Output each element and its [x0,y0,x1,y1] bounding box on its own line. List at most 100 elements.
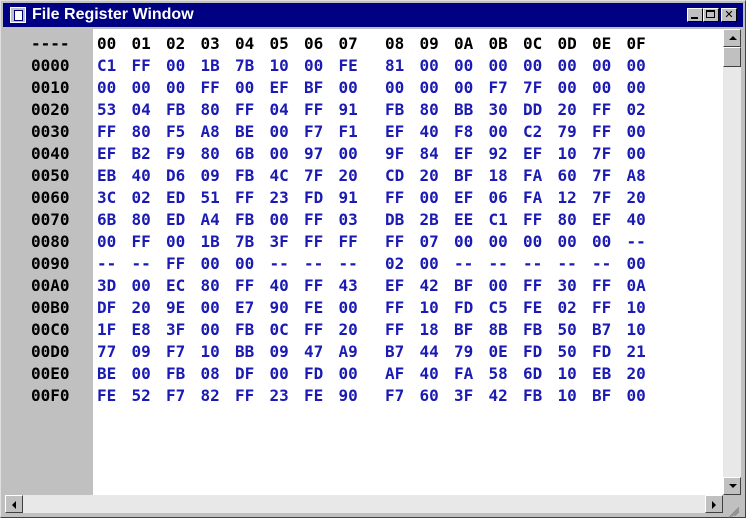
register-cell[interactable]: 18 [420,319,444,341]
register-cell[interactable]: 00 [454,55,478,77]
register-cell[interactable]: EF [454,187,478,209]
register-cell[interactable]: -- [339,253,363,275]
register-cell[interactable]: 53 [97,99,121,121]
register-cell[interactable]: BF [454,165,478,187]
register-cell[interactable]: 20 [627,187,651,209]
register-cell[interactable]: 21 [627,341,651,363]
register-cell[interactable]: 00 [270,143,294,165]
maximize-button[interactable] [703,8,719,22]
register-cell[interactable]: 00 [592,77,616,99]
register-cell[interactable]: EC [166,275,190,297]
register-cell[interactable]: FE [304,385,328,407]
register-cell[interactable]: -- [132,253,156,275]
register-cell[interactable]: 82 [201,385,225,407]
register-cell[interactable]: FA [523,165,547,187]
register-cell[interactable]: 00 [339,143,363,165]
register-cell[interactable]: 30 [558,275,582,297]
register-cell[interactable]: FF [592,297,616,319]
register-cell[interactable]: 10 [270,55,294,77]
register-cell[interactable]: 00 [166,231,190,253]
register-cell[interactable]: 6B [97,209,121,231]
register-cell[interactable]: 03 [339,209,363,231]
register-cell[interactable]: F7 [166,341,190,363]
register-cell[interactable]: FF [235,275,259,297]
register-cell[interactable]: 00 [235,77,259,99]
register-cell[interactable]: BE [235,121,259,143]
register-cell[interactable]: 42 [489,385,513,407]
register-cell[interactable]: BE [97,363,121,385]
register-cell[interactable]: 10 [201,341,225,363]
register-cell[interactable]: FB [523,385,547,407]
register-cell[interactable]: 0C [270,319,294,341]
register-cell[interactable]: 3F [166,319,190,341]
register-cell[interactable]: FE [339,55,363,77]
register-cell[interactable]: FB [235,319,259,341]
register-cell[interactable]: 00 [523,231,547,253]
register-cell[interactable]: FF [132,231,156,253]
register-cell[interactable]: ED [166,209,190,231]
register-cell[interactable]: 50 [558,319,582,341]
register-cell[interactable]: DD [523,99,547,121]
register-cell[interactable]: 00 [420,187,444,209]
register-cell[interactable]: EB [97,165,121,187]
register-cell[interactable]: FF [592,99,616,121]
register-cell[interactable]: 40 [420,121,444,143]
register-cell[interactable]: 7B [235,55,259,77]
register-cell[interactable]: 00 [489,275,513,297]
resize-grip-icon[interactable] [723,495,741,518]
register-cell[interactable]: 02 [132,187,156,209]
register-cell[interactable]: 20 [339,165,363,187]
close-button[interactable]: ✕ [721,8,737,22]
register-cell[interactable]: F8 [454,121,478,143]
register-cell[interactable]: 80 [201,143,225,165]
register-cell[interactable]: 7F [592,187,616,209]
register-cell[interactable]: 02 [385,253,409,275]
register-cell[interactable]: 42 [420,275,444,297]
register-cell[interactable]: 3F [270,231,294,253]
register-cell[interactable]: 51 [201,187,225,209]
register-cell[interactable]: 00 [132,77,156,99]
register-cell[interactable]: EF [385,275,409,297]
register-cell[interactable]: BB [454,99,478,121]
register-cell[interactable]: 7F [523,77,547,99]
register-cell[interactable]: D6 [166,165,190,187]
register-cell[interactable]: FF [201,77,225,99]
register-cell[interactable]: -- [304,253,328,275]
register-cell[interactable]: 00 [235,253,259,275]
register-cell[interactable]: -- [523,253,547,275]
register-cell[interactable]: 40 [132,165,156,187]
register-cell[interactable]: F7 [166,385,190,407]
register-cell[interactable]: 07 [420,231,444,253]
register-cell[interactable]: 00 [420,253,444,275]
register-cell[interactable]: 00 [166,77,190,99]
register-cell[interactable]: 6D [523,363,547,385]
register-cell[interactable]: 9F [385,143,409,165]
register-cell[interactable]: AF [385,363,409,385]
register-cell[interactable]: 00 [132,363,156,385]
register-cell[interactable]: 6B [235,143,259,165]
register-cell[interactable]: 00 [558,77,582,99]
scroll-right-button[interactable] [705,495,723,513]
register-cell[interactable]: 10 [558,143,582,165]
register-cell[interactable]: 02 [627,99,651,121]
register-cell[interactable]: FF [304,99,328,121]
register-cell[interactable]: 23 [270,187,294,209]
scroll-up-button[interactable] [723,29,741,47]
register-cell[interactable]: 00 [627,385,651,407]
vertical-scrollbar[interactable] [723,29,741,495]
scroll-left-button[interactable] [5,495,23,513]
register-cell[interactable]: BF [592,385,616,407]
register-cell[interactable]: FB [235,209,259,231]
register-cell[interactable]: CD [385,165,409,187]
register-cell[interactable]: E8 [132,319,156,341]
register-cell[interactable]: FF [304,231,328,253]
register-cell[interactable]: 00 [420,55,444,77]
register-cell[interactable]: 00 [454,231,478,253]
register-cell[interactable]: FF [235,187,259,209]
register-cell[interactable]: F7 [489,77,513,99]
register-cell[interactable]: 7F [592,143,616,165]
register-cell[interactable]: 79 [558,121,582,143]
register-grid[interactable]: ---- 00 01 02 03 04 05 06 07 08 09 0A 0B 0C 0D 0E 0F 0000… [5,29,723,495]
register-cell[interactable]: 00 [489,121,513,143]
register-cell[interactable]: 97 [304,143,328,165]
